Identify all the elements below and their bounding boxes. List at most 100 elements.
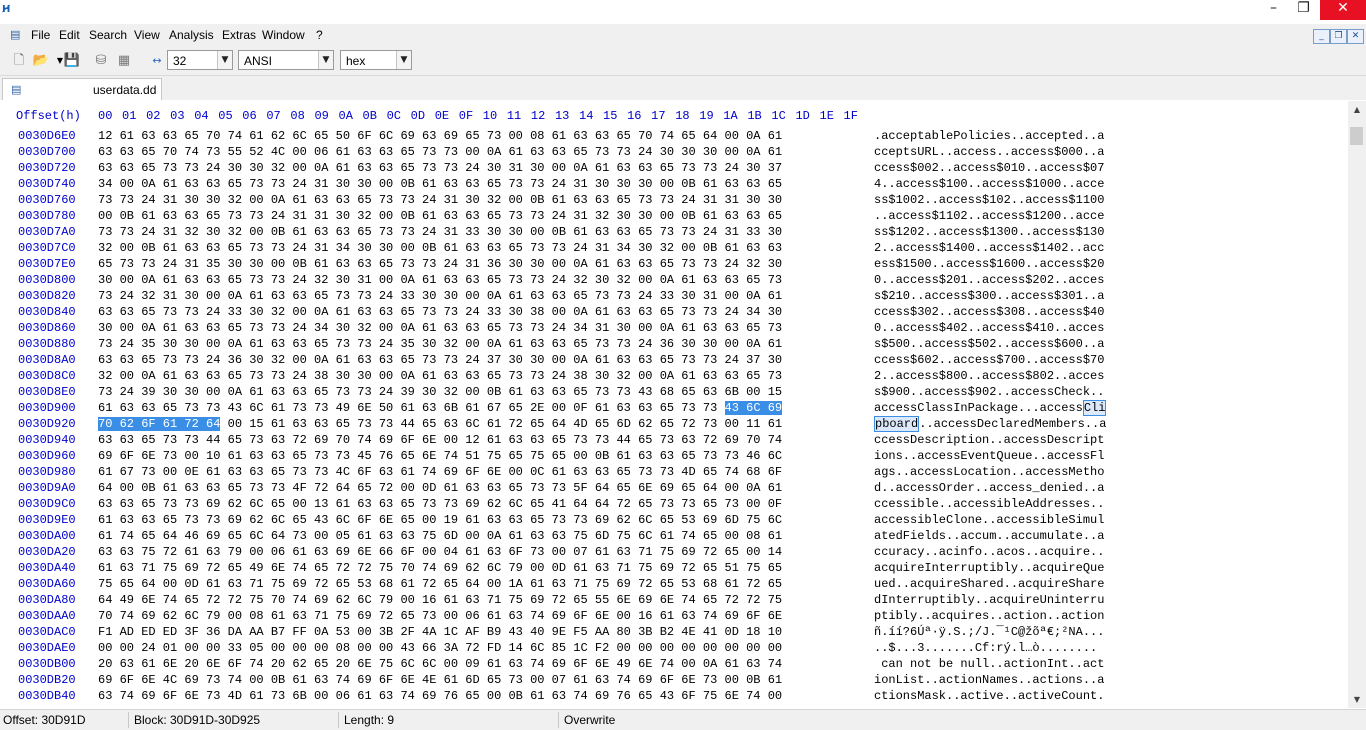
row-ascii-text[interactable]: atedFields..accum..accumulate..a: [874, 529, 1104, 543]
hex-bytes-text[interactable]: 61 63 63 65 73 73 43 6C 61 73 73 49 6E 5…: [98, 401, 717, 415]
row-ascii-text[interactable]: pboard..accessDeclaredMembers..a: [874, 416, 1106, 432]
ascii-chars[interactable]: ccess$002..access$010..access$07: [874, 161, 1104, 175]
hex-bytes-text[interactable]: 65 73 73 24 31 35 30 30 00 0B 61 63 63 6…: [98, 257, 782, 271]
ascii-chars[interactable]: ions..accessEventQueue..accessFl: [874, 449, 1104, 463]
hex-bytes-text[interactable]: 00 00 24 01 00 00 33 05 00 00 00 08 00 0…: [98, 641, 782, 655]
menu-extras[interactable]: Extras: [222, 28, 256, 42]
scroll-up-icon[interactable]: ▲: [1348, 101, 1366, 118]
row-hex-bytes[interactable]: 63 63 65 73 73 44 65 73 63 72 69 70 74 6…: [98, 433, 782, 447]
row-ascii-text[interactable]: ..access$1102..access$1200..acce: [874, 209, 1104, 223]
hex-bytes-text[interactable]: 69 6F 6E 73 00 10 61 63 63 65 73 73 45 7…: [98, 449, 782, 463]
row-hex-bytes[interactable]: 00 0B 61 63 63 65 73 73 24 31 31 30 32 0…: [98, 209, 782, 223]
ascii-chars[interactable]: ued..acquireShared..acquireShare: [874, 577, 1104, 591]
row-hex-bytes[interactable]: 73 73 24 31 32 30 32 00 0B 61 63 63 65 7…: [98, 225, 782, 239]
hex-bytes-text[interactable]: 75 65 64 00 0D 61 63 71 75 69 72 65 53 6…: [98, 577, 782, 591]
row-hex-bytes[interactable]: 00 00 24 01 00 00 33 05 00 00 00 08 00 0…: [98, 641, 782, 655]
row-ascii-text[interactable]: 2..access$1400..access$1402..acc: [874, 241, 1104, 255]
hex-bytes-text[interactable]: 34 00 0A 61 63 63 65 73 73 24 31 30 30 0…: [98, 177, 782, 191]
hex-bytes-text[interactable]: 63 63 65 73 73 24 30 30 32 00 0A 61 63 6…: [98, 161, 782, 175]
ascii-chars[interactable]: ..$...3.......Cf:rý.l…ò........: [874, 641, 1097, 655]
row-hex-bytes[interactable]: 30 00 0A 61 63 63 65 73 73 24 32 30 31 0…: [98, 273, 782, 287]
tab-userdata[interactable]: ▤ userdata.dd: [2, 78, 162, 100]
ascii-chars[interactable]: 0..access$402..access$410..acces: [874, 321, 1104, 335]
row-ascii-text[interactable]: ss$1002..access$102..access$1100: [874, 193, 1104, 207]
row-hex-bytes[interactable]: 65 73 73 24 31 35 30 30 00 0B 61 63 63 6…: [98, 257, 782, 271]
menu-window[interactable]: Window: [262, 28, 305, 42]
hex-bytes-text[interactable]: 12 61 63 63 65 70 74 61 62 6C 65 50 6F 6…: [98, 129, 782, 143]
ascii-chars[interactable]: ccessible..accessibleAddresses..: [874, 497, 1104, 511]
ascii-chars[interactable]: can not be null..actionInt..act: [874, 657, 1104, 671]
row-hex-bytes[interactable]: 63 63 65 73 73 24 36 30 32 00 0A 61 63 6…: [98, 353, 782, 367]
hex-bytes-text[interactable]: 63 63 65 70 74 73 55 52 4C 00 06 61 63 6…: [98, 145, 782, 159]
hex-bytes-text[interactable]: 61 63 63 65 73 73 69 62 6C 65 43 6C 6F 6…: [98, 513, 782, 527]
ascii-chars[interactable]: ionList..actionNames..actions..a: [874, 673, 1104, 687]
row-ascii-text[interactable]: s$210..access$300..access$301..a: [874, 289, 1104, 303]
row-ascii-text[interactable]: accessClassInPackage...accessCli: [874, 400, 1107, 416]
row-ascii-text[interactable]: ions..accessEventQueue..accessFl: [874, 449, 1104, 463]
hex-bytes-text[interactable]: 32 00 0B 61 63 63 65 73 73 24 31 34 30 3…: [98, 241, 782, 255]
row-ascii-text[interactable]: s$900..access$902..accessCheck..: [874, 385, 1104, 399]
row-ascii-text[interactable]: cceptsURL..access..access$000..a: [874, 145, 1104, 159]
hex-bytes-text[interactable]: 20 63 61 6E 20 6E 6F 74 20 62 65 20 6E 7…: [98, 657, 782, 671]
row-hex-bytes[interactable]: 73 24 32 31 30 00 0A 61 63 63 65 73 73 2…: [98, 289, 782, 303]
ascii-chars[interactable]: accessClassInPackage...access: [874, 401, 1083, 415]
row-hex-bytes[interactable]: 75 65 64 00 0D 61 63 71 75 69 72 65 53 6…: [98, 577, 782, 591]
row-ascii-text[interactable]: ptibly..acquires..action..action: [874, 609, 1104, 623]
ascii-chars[interactable]: ss$1002..access$102..access$1100: [874, 193, 1104, 207]
hex-bytes-text[interactable]: F1 AD ED ED 3F 36 DA AA B7 FF 0A 53 00 3…: [98, 625, 782, 639]
row-ascii-text[interactable]: 0..access$201..access$202..acces: [874, 273, 1104, 287]
hex-bytes-text[interactable]: 64 49 6E 74 65 72 72 75 70 74 69 62 6C 7…: [98, 593, 782, 607]
close-button[interactable]: ✕: [1320, 0, 1366, 20]
ascii-chars[interactable]: ptibly..acquires..action..action: [874, 609, 1104, 623]
row-ascii-text[interactable]: can not be null..actionInt..act: [874, 657, 1104, 671]
hex-bytes-text[interactable]: 61 63 71 75 69 72 65 49 6E 74 65 72 72 7…: [98, 561, 782, 575]
selected-hex-bytes[interactable]: 70 62 6F 61 72 64: [98, 417, 221, 431]
row-hex-bytes[interactable]: 69 6F 6E 4C 69 73 74 00 0B 61 63 74 69 6…: [98, 673, 782, 687]
chevron-down-icon[interactable]: ▼: [396, 51, 411, 69]
row-ascii-text[interactable]: ccuracy..acinfo..acos..acquire..: [874, 545, 1104, 559]
open-file-icon[interactable]: 📂: [32, 52, 50, 70]
row-ascii-text[interactable]: ionList..actionNames..actions..a: [874, 673, 1104, 687]
row-ascii-text[interactable]: ess$1500..access$1600..access$20: [874, 257, 1104, 271]
ascii-chars[interactable]: dInterruptibly..acquireUninterru: [874, 593, 1104, 607]
hex-bytes-text[interactable]: 70 74 69 62 6C 79 00 08 61 63 71 75 69 7…: [98, 609, 782, 623]
hex-bytes-text[interactable]: 00 0B 61 63 63 65 73 73 24 31 31 30 32 0…: [98, 209, 782, 223]
row-ascii-text[interactable]: 2..access$800..access$802..acces: [874, 369, 1104, 383]
open-disk-icon[interactable]: ⛁: [92, 52, 110, 70]
bytes-per-row-select[interactable]: 32 ▼: [167, 50, 233, 70]
ascii-chars[interactable]: s$210..access$300..access$301..a: [874, 289, 1104, 303]
document-icon[interactable]: ▤: [10, 28, 24, 42]
row-ascii-text[interactable]: 4..access$100..access$1000..acce: [874, 177, 1104, 191]
menu-help[interactable]: ?: [316, 28, 323, 42]
ascii-chars[interactable]: d..accessOrder..access_denied..a: [874, 481, 1104, 495]
row-hex-bytes[interactable]: 32 00 0B 61 63 63 65 73 73 24 31 34 30 3…: [98, 241, 782, 255]
hex-bytes-text[interactable]: 63 63 65 73 73 69 62 6C 65 00 13 61 63 6…: [98, 497, 782, 511]
row-ascii-text[interactable]: ccess$002..access$010..access$07: [874, 161, 1104, 175]
hex-bytes-text[interactable]: 73 73 24 31 32 30 32 00 0B 61 63 63 65 7…: [98, 225, 782, 239]
row-ascii-text[interactable]: 0..access$402..access$410..acces: [874, 321, 1104, 335]
open-ram-icon[interactable]: ▦: [115, 52, 133, 70]
row-ascii-text[interactable]: s$500..access$502..access$600..a: [874, 337, 1104, 351]
row-hex-bytes[interactable]: 63 63 65 73 73 24 33 30 32 00 0A 61 63 6…: [98, 305, 782, 319]
ascii-chars[interactable]: ccuracy..acinfo..acos..acquire..: [874, 545, 1104, 559]
hex-bytes-text[interactable]: 30 00 0A 61 63 63 65 73 73 24 34 30 32 0…: [98, 321, 782, 335]
ascii-chars[interactable]: s$500..access$502..access$600..a: [874, 337, 1104, 351]
ascii-chars[interactable]: ..access$1102..access$1200..acce: [874, 209, 1104, 223]
hex-bytes-text[interactable]: 63 63 65 73 73 24 36 30 32 00 0A 61 63 6…: [98, 353, 782, 367]
ascii-chars[interactable]: ctionsMask..active..activeCount.: [874, 689, 1104, 703]
ascii-chars[interactable]: atedFields..accum..accumulate..a: [874, 529, 1104, 543]
hex-bytes-text[interactable]: 63 63 75 72 61 63 79 00 06 61 63 69 6E 6…: [98, 545, 782, 559]
row-ascii-text[interactable]: dInterruptibly..acquireUninterru: [874, 593, 1104, 607]
selected-hex-bytes[interactable]: 43 6C 69: [724, 401, 783, 415]
ascii-chars[interactable]: ccess$302..access$308..access$40: [874, 305, 1104, 319]
chevron-down-icon[interactable]: ▼: [217, 51, 232, 69]
hex-bytes-text[interactable]: 73 24 39 30 30 00 0A 61 63 63 65 73 73 2…: [98, 385, 782, 399]
row-hex-bytes[interactable]: 34 00 0A 61 63 63 65 73 73 24 31 30 30 0…: [98, 177, 782, 191]
row-hex-bytes[interactable]: 73 24 39 30 30 00 0A 61 63 63 65 73 73 2…: [98, 385, 782, 399]
save-icon[interactable]: 💾: [63, 52, 81, 70]
row-hex-bytes[interactable]: 20 63 61 6E 20 6E 6F 74 20 62 65 20 6E 7…: [98, 657, 782, 671]
mdi-minimize-icon[interactable]: _: [1313, 29, 1330, 44]
ascii-chars[interactable]: s$900..access$902..accessCheck..: [874, 385, 1104, 399]
row-ascii-text[interactable]: ccess$602..access$700..access$70: [874, 353, 1104, 367]
selected-ascii-text[interactable]: pboard: [874, 416, 920, 432]
